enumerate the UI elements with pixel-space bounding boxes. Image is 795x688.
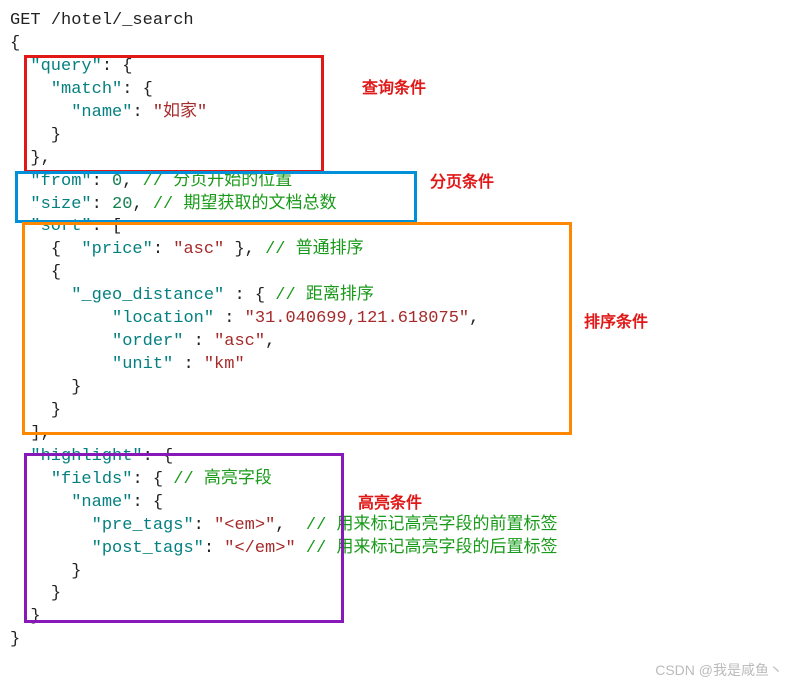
- code-block: GET /hotel/_search { "query": { "match":…: [10, 10, 795, 652]
- request-line: GET /hotel/_search: [10, 10, 795, 33]
- highlight-label: 高亮条件: [358, 493, 422, 515]
- query-label: 查询条件: [362, 78, 426, 100]
- sort-label: 排序条件: [584, 312, 648, 334]
- watermark: CSDN @我是咸鱼丶: [655, 661, 783, 680]
- page-label: 分页条件: [430, 172, 494, 194]
- request-path: /hotel/_search: [51, 11, 194, 30]
- http-method: GET: [10, 11, 41, 30]
